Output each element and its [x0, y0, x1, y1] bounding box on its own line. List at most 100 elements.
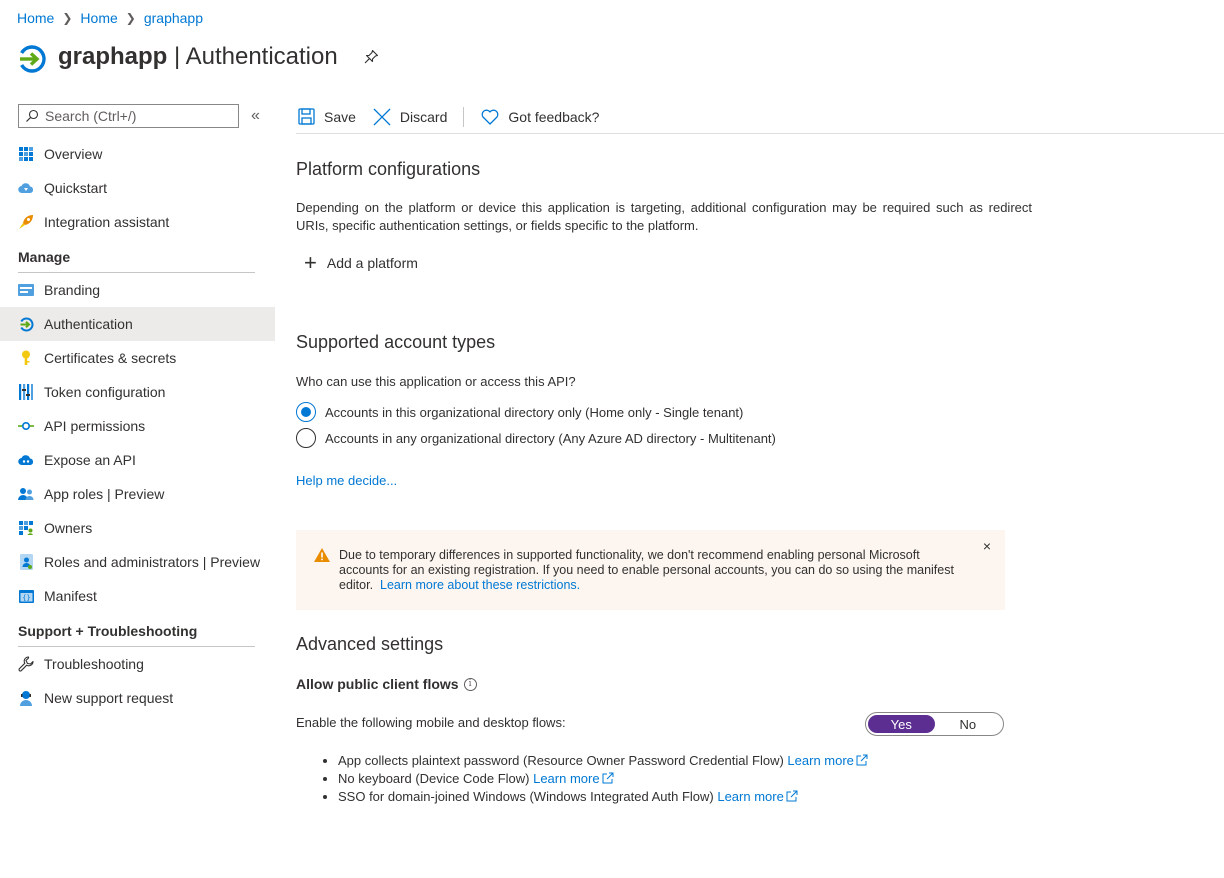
sidebar-item-owners[interactable]: Owners: [0, 511, 275, 545]
feedback-button[interactable]: Got feedback?: [480, 107, 599, 127]
help-me-decide-link[interactable]: Help me decide...: [296, 473, 397, 488]
page-title-separator: |: [167, 43, 186, 70]
account-types-question: Who can use this application or access t…: [296, 374, 576, 389]
radio-label: Accounts in this organizational director…: [325, 404, 744, 420]
list-item: App collects plaintext password (Resourc…: [338, 752, 868, 770]
external-link-icon: [786, 790, 798, 802]
flows-list: App collects plaintext password (Resourc…: [320, 752, 868, 806]
sidebar-item-label: Overview: [44, 146, 103, 162]
search-icon: [26, 109, 39, 122]
sidebar-item-label: Troubleshooting: [44, 656, 144, 672]
breadcrumb-home-1[interactable]: Home: [17, 10, 54, 26]
roles-admin-icon: [18, 554, 34, 570]
add-platform-button[interactable]: + Add a platform: [304, 250, 418, 275]
save-icon: [296, 107, 316, 127]
external-link-icon: [602, 772, 614, 784]
breadcrumb-graphapp[interactable]: graphapp: [144, 10, 203, 26]
info-icon[interactable]: i: [463, 677, 477, 691]
sidebar-item-expose-an-api[interactable]: Expose an API: [0, 443, 275, 477]
sidebar-section-manage: Manage: [0, 239, 275, 273]
sidebar-item-label: Integration assistant: [44, 214, 170, 230]
sidebar-item-label: Expose an API: [44, 452, 136, 468]
sidebar-item-manifest[interactable]: {} Manifest: [0, 579, 275, 613]
sidebar-item-label: API permissions: [44, 418, 146, 434]
radio-button-checked[interactable]: [296, 402, 316, 422]
sidebar-item-label: Owners: [44, 520, 93, 536]
pin-icon[interactable]: [363, 49, 379, 65]
sidebar-item-new-support-request[interactable]: New support request: [0, 681, 275, 715]
supported-account-types-heading: Supported account types: [296, 332, 496, 352]
sidebar-item-integration-assistant[interactable]: Integration assistant: [0, 205, 275, 239]
public-client-flows-heading: Allow public client flows i: [296, 676, 477, 692]
sidebar-item-quickstart[interactable]: Quickstart: [0, 171, 275, 205]
sidebar-item-token-configuration[interactable]: Token configuration: [0, 375, 275, 409]
sidebar-search[interactable]: [18, 104, 239, 128]
sidebar-item-roles-and-administrators[interactable]: Roles and administrators | Preview: [0, 545, 275, 579]
rocket-icon: [18, 214, 34, 230]
sidebar-item-authentication[interactable]: Authentication: [0, 307, 275, 341]
sidebar-item-certificates-secrets[interactable]: Certificates & secrets: [0, 341, 275, 375]
list-item: SSO for domain-joined Windows (Windows I…: [338, 788, 868, 806]
command-bar: Save Discard Got feedback?: [296, 100, 1224, 134]
manifest-icon: {}: [18, 588, 34, 604]
token-bars-icon: [18, 384, 34, 400]
add-platform-label: Add a platform: [326, 255, 418, 271]
radio-button[interactable]: [296, 428, 316, 448]
collapse-sidebar-icon[interactable]: «: [251, 107, 260, 125]
close-icon: [372, 107, 392, 127]
save-button[interactable]: Save: [296, 107, 356, 127]
sidebar-item-label: Quickstart: [44, 180, 108, 196]
radio-single-tenant[interactable]: Accounts in this organizational director…: [296, 402, 743, 422]
svg-text:{}: {}: [22, 594, 30, 602]
sidebar-nav: Overview Quickstart Integration assistan…: [0, 137, 275, 715]
sidebar-item-api-permissions[interactable]: API permissions: [0, 409, 275, 443]
radio-label: Accounts in any organizational directory…: [325, 430, 776, 446]
toggle-no[interactable]: No: [935, 715, 1002, 733]
sidebar-item-label: Certificates & secrets: [44, 350, 177, 366]
authentication-icon: [18, 316, 34, 332]
close-icon[interactable]: ×: [983, 539, 991, 554]
search-input[interactable]: [45, 108, 225, 124]
sidebar-item-branding[interactable]: Branding: [0, 273, 275, 307]
chevron-right-icon: ❯: [125, 11, 136, 25]
toolbar-divider: [463, 106, 465, 127]
list-item: No keyboard (Device Code Flow) Learn mor…: [338, 770, 868, 788]
authentication-app-icon: [20, 45, 46, 73]
flow-text: No keyboard (Device Code Flow): [338, 771, 530, 786]
learn-more-label: Learn more: [787, 753, 854, 768]
breadcrumb-home-2[interactable]: Home: [80, 10, 117, 26]
plus-icon: +: [304, 250, 317, 275]
expose-api-cloud-icon: [18, 452, 34, 468]
support-person-icon: [18, 690, 34, 706]
heart-icon: [480, 107, 500, 127]
feedback-label: Got feedback?: [508, 108, 600, 125]
discard-button[interactable]: Discard: [372, 107, 447, 127]
sidebar-item-overview[interactable]: Overview: [0, 137, 275, 171]
sidebar-item-label: New support request: [44, 690, 174, 706]
app-roles-icon: [18, 486, 34, 502]
chevron-right-icon: ❯: [62, 11, 73, 25]
sidebar-item-label: Roles and administrators | Preview: [44, 554, 261, 570]
discard-label: Discard: [399, 108, 448, 125]
learn-more-label: Learn more: [717, 789, 784, 804]
learn-more-label: Learn more: [533, 771, 600, 786]
page-title-app: graphapp: [58, 43, 168, 70]
page-header: graphapp | Authentication: [17, 40, 379, 74]
warning-banner: Due to temporary differences in supporte…: [296, 530, 1005, 610]
save-label: Save: [324, 108, 356, 125]
learn-more-link[interactable]: Learn more: [787, 753, 868, 768]
learn-more-link[interactable]: Learn more: [717, 789, 798, 804]
api-permissions-icon: [18, 418, 34, 434]
owners-icon: [18, 520, 34, 536]
sidebar-item-troubleshooting[interactable]: Troubleshooting: [0, 647, 275, 681]
external-link-icon: [856, 754, 868, 766]
radio-multitenant[interactable]: Accounts in any organizational directory…: [296, 428, 776, 448]
sidebar-item-app-roles[interactable]: App roles | Preview: [0, 477, 275, 511]
flow-text: SSO for domain-joined Windows (Windows I…: [338, 789, 714, 804]
flow-text: App collects plaintext password (Resourc…: [338, 753, 784, 768]
toggle-yes[interactable]: Yes: [868, 715, 935, 733]
public-client-toggle[interactable]: Yes No: [865, 712, 1004, 736]
learn-more-link[interactable]: Learn more: [533, 771, 614, 786]
learn-more-restrictions-link[interactable]: Learn more about these restrictions.: [380, 578, 580, 592]
sidebar-item-label: App roles | Preview: [44, 486, 165, 502]
